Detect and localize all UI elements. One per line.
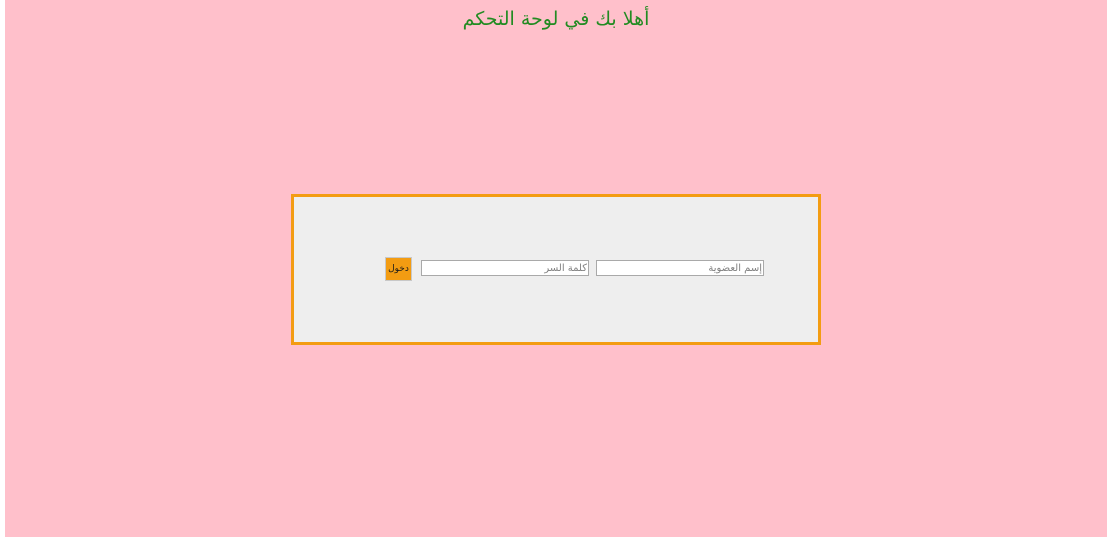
page-background: أهلا بك في لوحة التحكم دخول [5,0,1107,537]
login-button[interactable]: دخول [385,257,412,281]
username-input[interactable] [596,260,764,276]
password-input[interactable] [421,260,589,276]
page-title: أهلا بك في لوحة التحكم [462,8,650,30]
login-form: دخول [294,257,818,283]
login-box: دخول [291,194,821,345]
